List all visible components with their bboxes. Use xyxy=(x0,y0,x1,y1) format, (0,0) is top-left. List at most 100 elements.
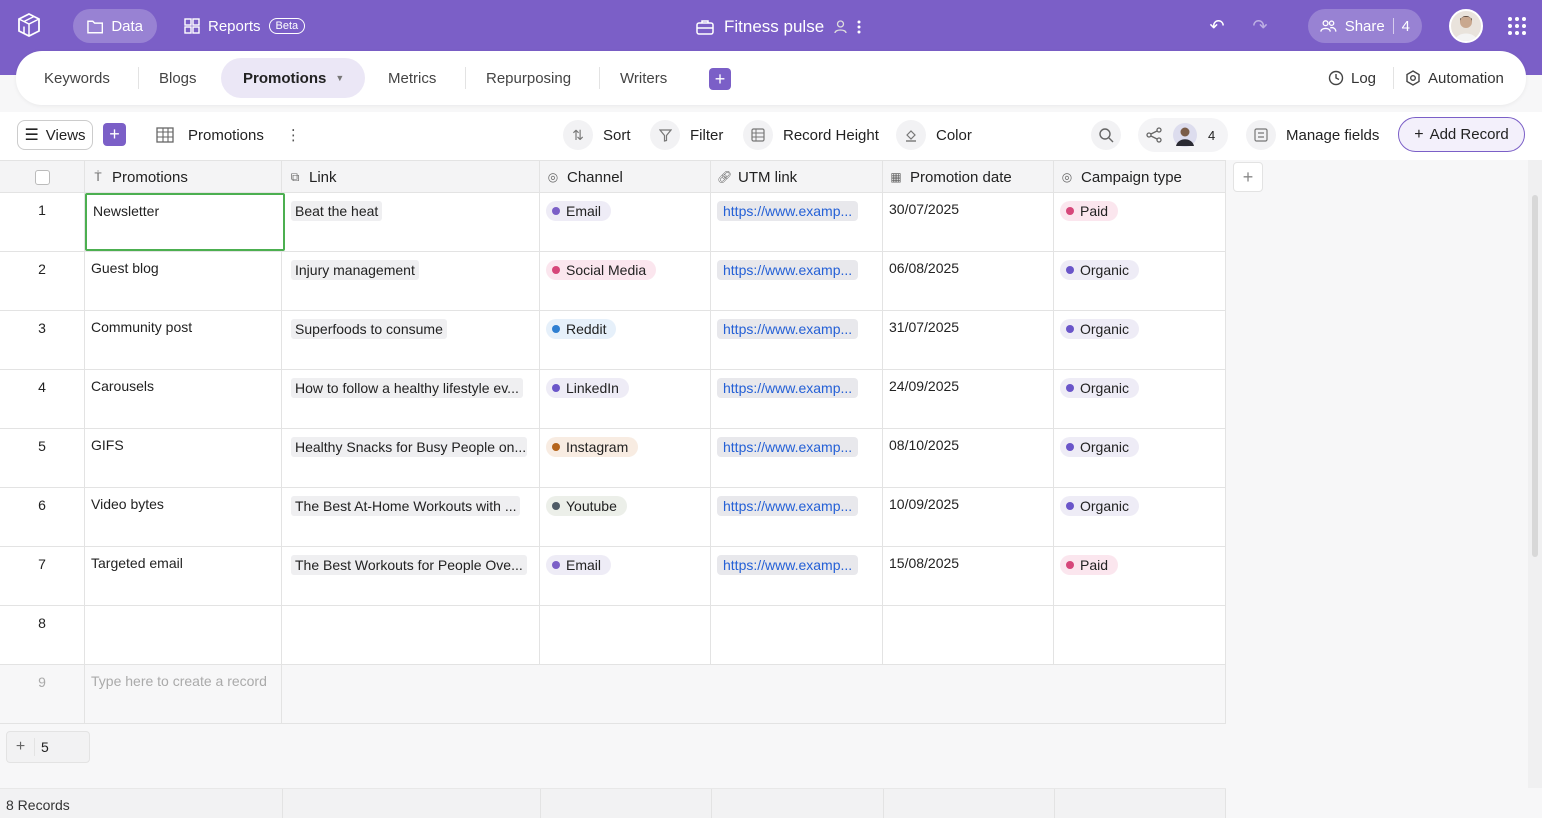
utm-link-cell[interactable]: https://www.examp... xyxy=(711,193,883,251)
promotion-date-cell[interactable]: 31/07/2025 xyxy=(883,311,1054,369)
apps-grid-icon[interactable] xyxy=(1507,16,1527,36)
utm-link[interactable]: https://www.examp... xyxy=(717,555,859,575)
promotion-cell[interactable]: Targeted email xyxy=(85,547,282,605)
utm-link[interactable]: https://www.examp... xyxy=(717,319,859,339)
more-vertical-icon[interactable] xyxy=(857,20,861,34)
utm-link[interactable]: https://www.examp... xyxy=(717,437,859,457)
promotion-date-cell[interactable]: 06/08/2025 xyxy=(883,252,1054,310)
utm-link-cell[interactable]: https://www.examp... xyxy=(711,488,883,546)
campaign-type-cell[interactable]: Organic xyxy=(1054,429,1226,487)
utm-link[interactable]: https://www.examp... xyxy=(717,260,859,280)
tab-metrics[interactable]: Metrics xyxy=(366,58,458,98)
channel-cell[interactable]: Email xyxy=(540,193,711,251)
campaign-type-cell[interactable]: Organic xyxy=(1054,252,1226,310)
automation-button[interactable]: Automation xyxy=(1405,67,1504,89)
table-row[interactable]: 4 Carousels How to follow a healthy life… xyxy=(0,370,1226,429)
scrollbar-thumb[interactable] xyxy=(1532,195,1538,557)
promotion-cell[interactable]: Community post xyxy=(85,311,282,369)
utm-link-cell[interactable]: https://www.examp... xyxy=(711,370,883,428)
add-rows-plus-icon[interactable]: + xyxy=(7,738,35,756)
add-record-button[interactable]: + Add Record xyxy=(1398,117,1525,152)
table-row[interactable]: 3 Community post Superfoods to consume R… xyxy=(0,311,1226,370)
link-cell[interactable]: Injury management xyxy=(282,252,540,310)
table-row[interactable]: 6 Video bytes The Best At-Home Workouts … xyxy=(0,488,1226,547)
user-avatar[interactable] xyxy=(1449,9,1483,43)
column-header-campaign-type[interactable]: ◎ Campaign type xyxy=(1054,161,1226,193)
chevron-down-icon[interactable]: ▼ xyxy=(335,73,344,83)
new-record-input[interactable]: Type here to create a record xyxy=(85,665,282,723)
record-height-button[interactable]: Record Height xyxy=(743,120,879,150)
log-button[interactable]: Log xyxy=(1328,67,1376,89)
search-button[interactable] xyxy=(1091,120,1121,150)
new-record-row[interactable]: 9 Type here to create a record xyxy=(0,665,1226,724)
promotion-cell[interactable]: Newsletter xyxy=(85,193,285,251)
manage-fields-button[interactable]: Manage fields xyxy=(1246,120,1379,150)
app-logo-icon[interactable] xyxy=(16,12,42,38)
link-cell[interactable]: Superfoods to consume xyxy=(282,311,540,369)
promotion-date-cell[interactable]: 10/09/2025 xyxy=(883,488,1054,546)
tab-promotions[interactable]: Promotions ▼ xyxy=(221,58,365,98)
reports-nav-button[interactable]: Reports Beta xyxy=(170,9,320,43)
utm-link-cell[interactable]: https://www.examp... xyxy=(711,311,883,369)
utm-link[interactable]: https://www.examp... xyxy=(717,201,859,221)
channel-cell[interactable] xyxy=(540,606,711,664)
table-row[interactable]: 8 xyxy=(0,606,1226,665)
data-nav-button[interactable]: Data xyxy=(73,9,157,43)
link-cell[interactable]: Beat the heat xyxy=(285,193,540,251)
linked-record-chip[interactable]: Injury management xyxy=(291,260,419,280)
current-view[interactable]: Promotions ⋮ xyxy=(156,120,301,150)
linked-record-chip[interactable]: How to follow a healthy lifestyle ev... xyxy=(291,378,523,398)
campaign-type-cell[interactable]: Paid xyxy=(1054,547,1226,605)
campaign-type-cell[interactable] xyxy=(1054,606,1226,664)
channel-cell[interactable]: Instagram xyxy=(540,429,711,487)
linked-record-chip[interactable]: Superfoods to consume xyxy=(291,319,447,339)
channel-cell[interactable]: Youtube xyxy=(540,488,711,546)
channel-cell[interactable]: Social Media xyxy=(540,252,711,310)
tab-blogs[interactable]: Blogs xyxy=(137,58,219,98)
linked-record-chip[interactable]: Beat the heat xyxy=(291,201,383,221)
linked-record-chip[interactable]: Healthy Snacks for Busy People on... xyxy=(291,437,527,457)
campaign-type-cell[interactable]: Organic xyxy=(1054,488,1226,546)
views-button[interactable]: ☰ Views xyxy=(17,120,93,150)
utm-link-cell[interactable]: https://www.examp... xyxy=(711,547,883,605)
promotion-date-cell[interactable] xyxy=(883,606,1054,664)
add-rows-count[interactable]: 5 xyxy=(35,739,49,755)
tab-writers[interactable]: Writers xyxy=(598,58,689,98)
link-cell[interactable]: The Best At-Home Workouts with ... xyxy=(282,488,540,546)
add-table-button[interactable]: + xyxy=(709,68,731,90)
tab-repurposing[interactable]: Repurposing xyxy=(464,58,593,98)
promotion-cell[interactable] xyxy=(85,606,282,664)
add-field-button[interactable]: + xyxy=(1233,162,1263,192)
promotion-cell[interactable]: GIFS xyxy=(85,429,282,487)
channel-cell[interactable]: Email xyxy=(540,547,711,605)
channel-cell[interactable]: LinkedIn xyxy=(540,370,711,428)
promotion-date-cell[interactable]: 30/07/2025 xyxy=(883,193,1054,251)
share-button[interactable]: Share 4 xyxy=(1308,9,1422,43)
promotion-cell[interactable]: Carousels xyxy=(85,370,282,428)
linked-record-chip[interactable]: The Best Workouts for People Ove... xyxy=(291,555,527,575)
column-header-link[interactable]: ⧉ Link xyxy=(282,161,540,193)
campaign-type-cell[interactable]: Organic xyxy=(1054,311,1226,369)
column-header-promotion-date[interactable]: ▦ Promotion date xyxy=(883,161,1054,193)
table-row[interactable]: 7 Targeted email The Best Workouts for P… xyxy=(0,547,1226,606)
table-row[interactable]: 1 Newsletter Beat the heat Email https:/… xyxy=(0,193,1226,252)
collaborators[interactable]: 4 xyxy=(1138,118,1228,152)
link-cell[interactable]: How to follow a healthy lifestyle ev... xyxy=(282,370,540,428)
promotion-date-cell[interactable]: 15/08/2025 xyxy=(883,547,1054,605)
column-header-promotions[interactable]: Ṫ Promotions xyxy=(85,161,282,193)
link-cell[interactable] xyxy=(282,606,540,664)
select-all-checkbox[interactable] xyxy=(34,169,50,185)
column-header-channel[interactable]: ◎ Channel xyxy=(540,161,711,193)
color-button[interactable]: Color xyxy=(896,120,972,150)
utm-link-cell[interactable]: https://www.examp... xyxy=(711,429,883,487)
linked-record-chip[interactable]: The Best At-Home Workouts with ... xyxy=(291,496,521,516)
campaign-type-cell[interactable]: Organic xyxy=(1054,370,1226,428)
column-header-utm-link[interactable]: 🔗︎ UTM link xyxy=(711,161,883,193)
add-rows-control[interactable]: + 5 xyxy=(6,731,90,763)
undo-icon[interactable]: ↶ xyxy=(1207,16,1227,36)
utm-link[interactable]: https://www.examp... xyxy=(717,496,859,516)
promotion-date-cell[interactable]: 24/09/2025 xyxy=(883,370,1054,428)
more-vertical-icon[interactable]: ⋮ xyxy=(286,126,301,144)
link-cell[interactable]: The Best Workouts for People Ove... xyxy=(282,547,540,605)
promotion-cell[interactable]: Guest blog xyxy=(85,252,282,310)
